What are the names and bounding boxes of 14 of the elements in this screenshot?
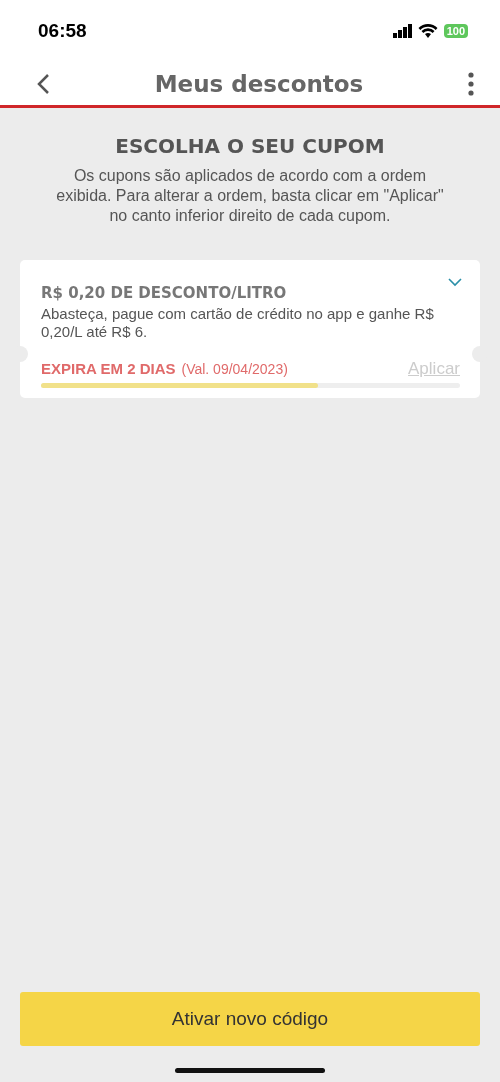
coupon-title: R$ 0,20 DE DESCONTO/LITRO bbox=[41, 284, 288, 302]
more-icon[interactable] bbox=[468, 71, 474, 96]
expiry-label: EXPIRA EM 2 DIAS bbox=[41, 360, 176, 377]
coupon-description: Abasteça, pague com cartão de crédito no app e ganhe R$ 0,20/L até R$ 6. bbox=[41, 305, 435, 341]
back-icon[interactable] bbox=[36, 72, 50, 95]
status-time: 06:58 bbox=[38, 20, 87, 42]
screen-title: Meus descontos bbox=[154, 70, 364, 97]
validity-date: (Val. 09/04/2023) bbox=[181, 361, 288, 377]
activate-code-button[interactable]: Ativar novo código bbox=[20, 992, 480, 1046]
wifi-icon bbox=[417, 23, 438, 39]
section-heading: ESCOLHA O SEU CUPOM bbox=[114, 134, 386, 158]
battery-level: 100 bbox=[443, 24, 468, 38]
instructions-text: Os cupons são aplicados de acordo com a ordem exibida. Para alterar a ordem, basta clicar em "Aplicar" no canto inferior direito de cada cupom. bbox=[55, 166, 445, 226]
signal-icon bbox=[392, 24, 412, 38]
